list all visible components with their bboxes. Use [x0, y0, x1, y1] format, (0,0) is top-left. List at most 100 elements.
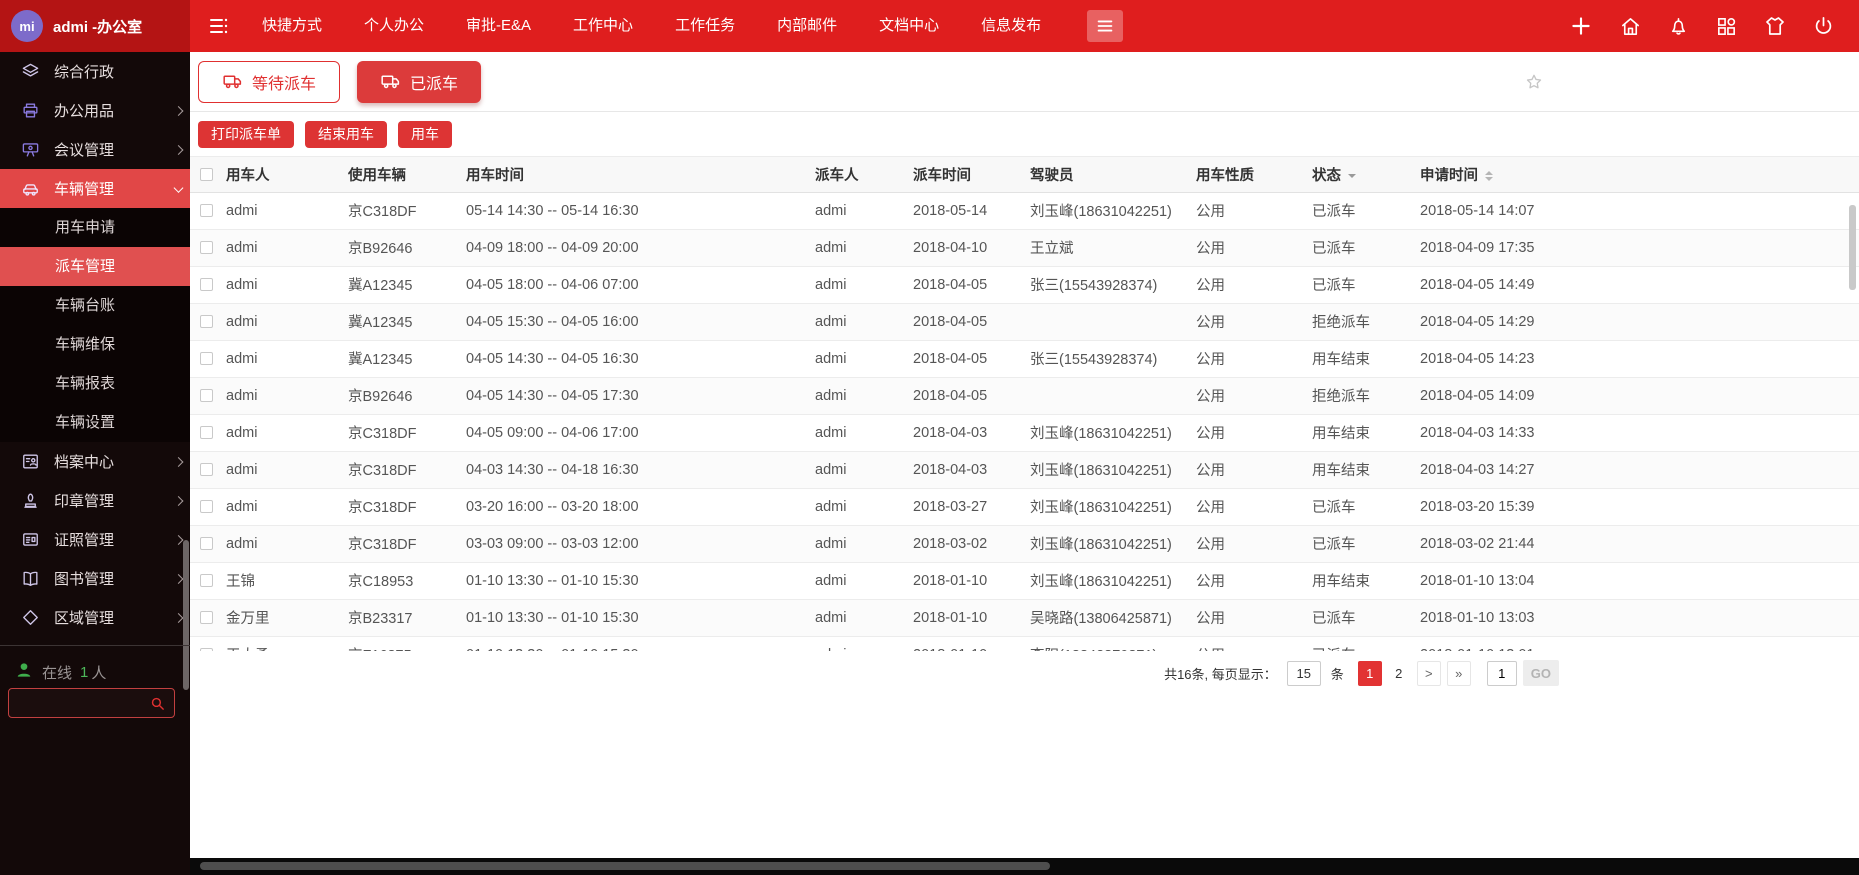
sidebar-item-huiyi-guanli[interactable]: 会议管理: [0, 130, 190, 169]
table-cell: admi: [809, 192, 907, 229]
sidebar-subitem[interactable]: 派车管理: [0, 247, 190, 286]
sidebar-item-zhengzhao-guanli[interactable]: 证照管理: [0, 520, 190, 559]
table-cell: 公用: [1190, 488, 1306, 525]
sidebar-subitem[interactable]: 车辆设置: [0, 403, 190, 442]
horizontal-scrollbar[interactable]: [200, 862, 1050, 870]
row-checkbox[interactable]: [200, 537, 213, 550]
tab-dispatched[interactable]: 已派车: [357, 61, 481, 103]
go-button[interactable]: GO: [1523, 660, 1559, 686]
row-checkbox[interactable]: [200, 463, 213, 476]
sidebar-item-dangan-zhongxin[interactable]: 档案中心: [0, 442, 190, 481]
row-checkbox[interactable]: [200, 574, 213, 587]
chevron-right-icon: [174, 106, 184, 116]
table-cell: 05-14 14:30 -- 05-14 16:30: [460, 192, 809, 229]
table-cell: 2018-03-02 21:44: [1414, 525, 1584, 562]
page-size-input[interactable]: [1287, 661, 1321, 686]
last-page-button[interactable]: »: [1447, 661, 1471, 686]
row-checkbox[interactable]: [200, 241, 213, 254]
apps-grid-icon[interactable]: [1715, 15, 1738, 38]
region-icon: [20, 608, 40, 628]
plus-icon[interactable]: [1568, 13, 1594, 39]
row-checkbox[interactable]: [200, 352, 213, 365]
vertical-scrollbar[interactable]: [1849, 205, 1856, 290]
table-cell: 张三(15543928374): [1024, 266, 1190, 303]
sidebar-search-input[interactable]: [9, 696, 149, 711]
page-button-1[interactable]: 1: [1358, 661, 1382, 686]
select-all-checkbox[interactable]: [200, 168, 213, 181]
sort-icon[interactable]: [1485, 167, 1493, 185]
table-cell: 2018-04-05: [907, 303, 1024, 340]
row-checkbox[interactable]: [200, 315, 213, 328]
table-cell: 2018-04-10: [907, 229, 1024, 266]
table-cell: 王立斌: [1024, 229, 1190, 266]
table-cell: 冀A12345: [342, 303, 460, 340]
sidebar-item-cheliang-guanli[interactable]: 车辆管理: [0, 169, 190, 208]
nav-item[interactable]: 内部邮件: [756, 0, 858, 52]
sidebar-item-label: 证照管理: [54, 529, 114, 550]
sidebar-item-quyu-guanli[interactable]: 区域管理: [0, 598, 190, 634]
tab-waiting[interactable]: 等待派车: [198, 61, 340, 103]
row-checkbox[interactable]: [200, 611, 213, 624]
table-cell: 京C318DF: [342, 451, 460, 488]
next-page-button[interactable]: >: [1417, 661, 1441, 686]
bell-icon[interactable]: [1667, 15, 1690, 38]
filler-cell: [1584, 303, 1859, 340]
more-menus-button[interactable]: [1087, 10, 1123, 42]
row-checkbox[interactable]: [200, 278, 213, 291]
sidebar-subitem[interactable]: 车辆报表: [0, 364, 190, 403]
sidebar-subitem[interactable]: 车辆维保: [0, 325, 190, 364]
row-checkbox[interactable]: [200, 204, 213, 217]
table-cell: 王大勇: [220, 636, 342, 651]
row-checkbox[interactable]: [200, 500, 213, 513]
table-cell: 公用: [1190, 599, 1306, 636]
column-label: 用车性质: [1196, 168, 1254, 184]
nav-item[interactable]: 审批-E&A: [445, 0, 552, 52]
page-size-unit: 条: [1331, 664, 1344, 683]
header-icon-group: [1568, 13, 1859, 39]
sort-down-icon: [1485, 177, 1493, 185]
nav-item[interactable]: 工作任务: [654, 0, 756, 52]
page-button-2[interactable]: 2: [1387, 661, 1411, 686]
nav-item[interactable]: 信息发布: [960, 0, 1062, 52]
home-icon[interactable]: [1619, 15, 1642, 38]
nav-item[interactable]: 个人办公: [343, 0, 445, 52]
menu-fold-icon[interactable]: [207, 14, 231, 38]
filler-cell: [1584, 599, 1859, 636]
nav-item[interactable]: 工作中心: [552, 0, 654, 52]
table-cell: 拒绝派车: [1306, 303, 1414, 340]
toolbar-button[interactable]: 用车: [398, 121, 452, 148]
nav-item[interactable]: 快捷方式: [241, 0, 343, 52]
toolbar-button[interactable]: 打印派车单: [198, 121, 294, 148]
table-cell: 吴晓路(13806425871): [1024, 599, 1190, 636]
sidebar-item-label: 综合行政: [54, 61, 114, 82]
table-cell: 2018-04-05: [907, 266, 1024, 303]
checkbox-cell: [190, 303, 220, 340]
filter-caret-icon[interactable]: [1348, 174, 1356, 182]
table-cell: 京B23317: [342, 599, 460, 636]
table-cell: 2018-04-05: [907, 340, 1024, 377]
table-cell: admi: [809, 451, 907, 488]
sidebar-item-zonghe-xingzheng[interactable]: 综合行政: [0, 52, 190, 91]
row-checkbox[interactable]: [200, 648, 213, 651]
favorite-star-icon[interactable]: [1524, 72, 1544, 97]
sidebar-item-tushu-guanli[interactable]: 图书管理: [0, 559, 190, 598]
row-checkbox[interactable]: [200, 426, 213, 439]
chevron-right-icon: [174, 457, 184, 467]
user-avatar[interactable]: mi: [11, 10, 43, 42]
sidebar-subitem[interactable]: 车辆台账: [0, 286, 190, 325]
sidebar-subitem[interactable]: 用车申请: [0, 208, 190, 247]
table-cell: 2018-04-03: [907, 414, 1024, 451]
search-icon[interactable]: [149, 695, 166, 712]
toolbar-button[interactable]: 结束用车: [305, 121, 387, 148]
row-checkbox[interactable]: [200, 389, 213, 402]
table-cell: 京C318DF: [342, 192, 460, 229]
power-logout-icon[interactable]: [1812, 15, 1835, 38]
nav-item[interactable]: 文档中心: [858, 0, 960, 52]
sidebar-item-yinzhang-guanli[interactable]: 印章管理: [0, 481, 190, 520]
table-cell: admi: [220, 303, 342, 340]
goto-page-input[interactable]: [1487, 661, 1517, 686]
table-cell: admi: [809, 636, 907, 651]
table-cell: 刘玉峰(18631042251): [1024, 414, 1190, 451]
sidebar-item-bangong-yongpin[interactable]: 办公用品: [0, 91, 190, 130]
theme-shirt-icon[interactable]: [1763, 14, 1787, 38]
